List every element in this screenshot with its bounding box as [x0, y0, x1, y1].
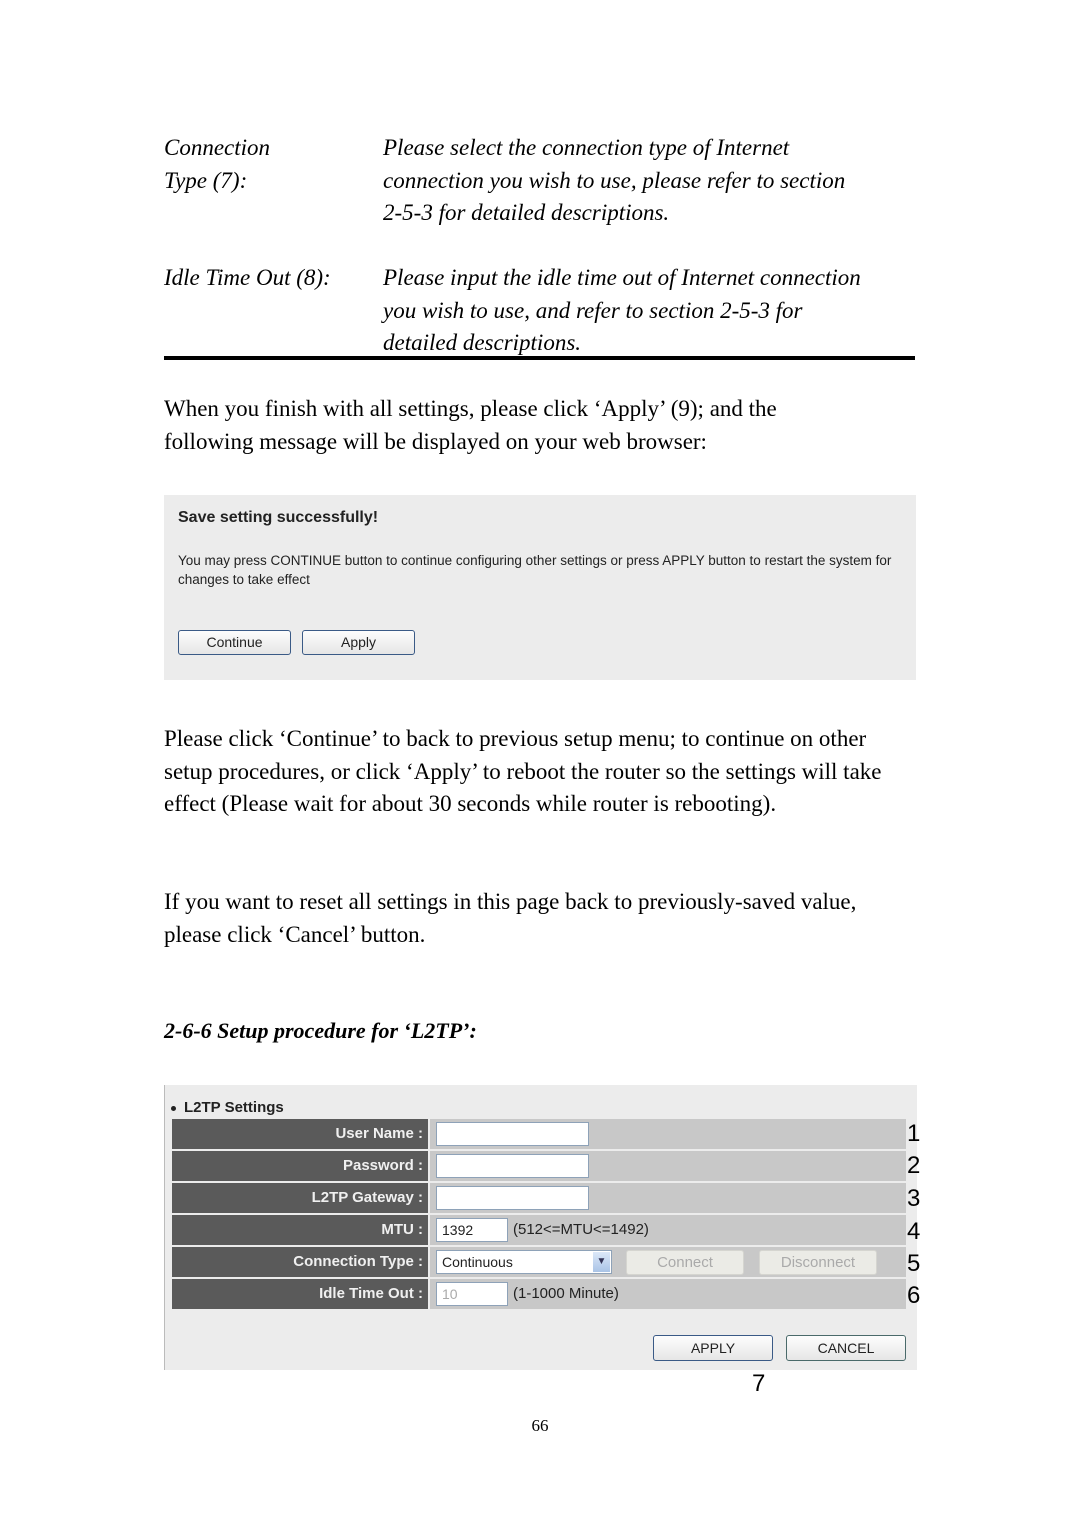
- text-line: you wish to use, and refer to section 2-…: [383, 297, 803, 323]
- callout-marker: 6: [907, 1282, 921, 1309]
- password-input[interactable]: [436, 1154, 589, 1178]
- idle-time-out-row: Idle Time Out : 10 (1-1000 Minute): [172, 1279, 906, 1309]
- user-name-cell: [430, 1119, 906, 1149]
- connect-button[interactable]: Connect: [626, 1250, 744, 1275]
- chevron-down-icon[interactable]: ▼: [593, 1252, 610, 1272]
- l2tp-apply-button[interactable]: APPLY: [653, 1335, 773, 1361]
- connection-type-row: Connection Type : Continuous ▼ Connect D…: [172, 1247, 906, 1277]
- password-cell: [430, 1151, 906, 1181]
- l2tp-settings-title-text: L2TP Settings: [184, 1099, 284, 1116]
- definition-label-connection-type: Connection Type (7):: [164, 132, 270, 197]
- apply-intro-paragraph: When you finish with all settings, pleas…: [164, 396, 777, 454]
- save-success-message: You may press CONTINUE button to continu…: [178, 553, 892, 587]
- l2tp-settings-panel: L2TP Settings User Name : Password : L2T…: [164, 1085, 917, 1370]
- section-heading: 2-6-6 Setup procedure for ‘L2TP’:: [164, 1018, 477, 1043]
- idle-time-out-input[interactable]: 10: [436, 1282, 508, 1306]
- connection-type-cell: Continuous ▼ Connect Disconnect: [430, 1247, 906, 1277]
- continue-button[interactable]: Continue: [178, 630, 291, 655]
- text-line: connection you wish to use, please refer…: [383, 167, 846, 193]
- definition-text-connection-type: Please select the connection type of Int…: [383, 132, 923, 230]
- save-success-panel: Save setting successfully! You may press…: [164, 495, 916, 680]
- password-row: Password :: [172, 1151, 906, 1181]
- callout-marker: 1: [907, 1120, 921, 1147]
- label-line: Type (7):: [164, 167, 248, 193]
- user-name-label: User Name :: [172, 1119, 428, 1149]
- cancel-info-paragraph: If you want to reset all settings in thi…: [164, 889, 857, 947]
- table-bottom-rule: [164, 356, 915, 360]
- idle-time-out-cell: 10 (1-1000 Minute): [430, 1279, 906, 1309]
- l2tp-gateway-input[interactable]: [436, 1186, 589, 1210]
- l2tp-gateway-row: L2TP Gateway :: [172, 1183, 906, 1213]
- mtu-cell: 1392 (512<=MTU<=1492): [430, 1215, 906, 1245]
- password-label: Password :: [172, 1151, 428, 1181]
- apply-button[interactable]: Apply: [302, 630, 415, 655]
- mtu-label: MTU :: [172, 1215, 428, 1245]
- definition-text-idle-time-out: Please input the idle time out of Intern…: [383, 262, 928, 360]
- page-number: 66: [531, 1416, 549, 1435]
- mtu-input[interactable]: 1392: [436, 1218, 508, 1242]
- definition-label-idle-time-out: Idle Time Out (8):: [164, 262, 331, 295]
- l2tp-settings-title: L2TP Settings: [171, 1099, 284, 1116]
- l2tp-gateway-cell: [430, 1183, 906, 1213]
- callout-marker: 7: [752, 1370, 766, 1397]
- label-line: Connection: [164, 135, 271, 160]
- callout-marker: 2: [907, 1152, 921, 1179]
- mtu-hint: (512<=MTU<=1492): [513, 1221, 649, 1238]
- disconnect-button[interactable]: Disconnect: [759, 1250, 877, 1275]
- callout-marker: 5: [907, 1250, 921, 1277]
- continue-info-paragraph: Please click ‘Continue’ to back to previ…: [164, 726, 882, 816]
- l2tp-gateway-label: L2TP Gateway :: [172, 1183, 428, 1213]
- text-line: detailed descriptions.: [383, 330, 582, 355]
- text-line: Please input the idle time out of Intern…: [383, 265, 861, 290]
- mtu-row: MTU : 1392 (512<=MTU<=1492): [172, 1215, 906, 1245]
- connection-type-selected: Continuous: [442, 1254, 513, 1270]
- connection-type-label: Connection Type :: [172, 1247, 428, 1277]
- idle-time-out-label: Idle Time Out :: [172, 1279, 428, 1309]
- callout-marker: 3: [907, 1185, 921, 1212]
- idle-time-out-hint: (1-1000 Minute): [513, 1285, 619, 1302]
- bullet-icon: [171, 1105, 176, 1111]
- text-line: 2-5-3 for detailed descriptions.: [383, 200, 670, 225]
- text-line: Please select the connection type of Int…: [383, 135, 790, 160]
- save-success-title: Save setting successfully!: [178, 509, 379, 526]
- l2tp-cancel-button[interactable]: CANCEL: [786, 1335, 906, 1361]
- connection-type-select[interactable]: Continuous ▼: [436, 1250, 612, 1274]
- user-name-row: User Name :: [172, 1119, 906, 1149]
- label-line: Idle Time Out (8):: [164, 265, 331, 290]
- user-name-input[interactable]: [436, 1122, 589, 1146]
- callout-marker: 4: [907, 1218, 921, 1245]
